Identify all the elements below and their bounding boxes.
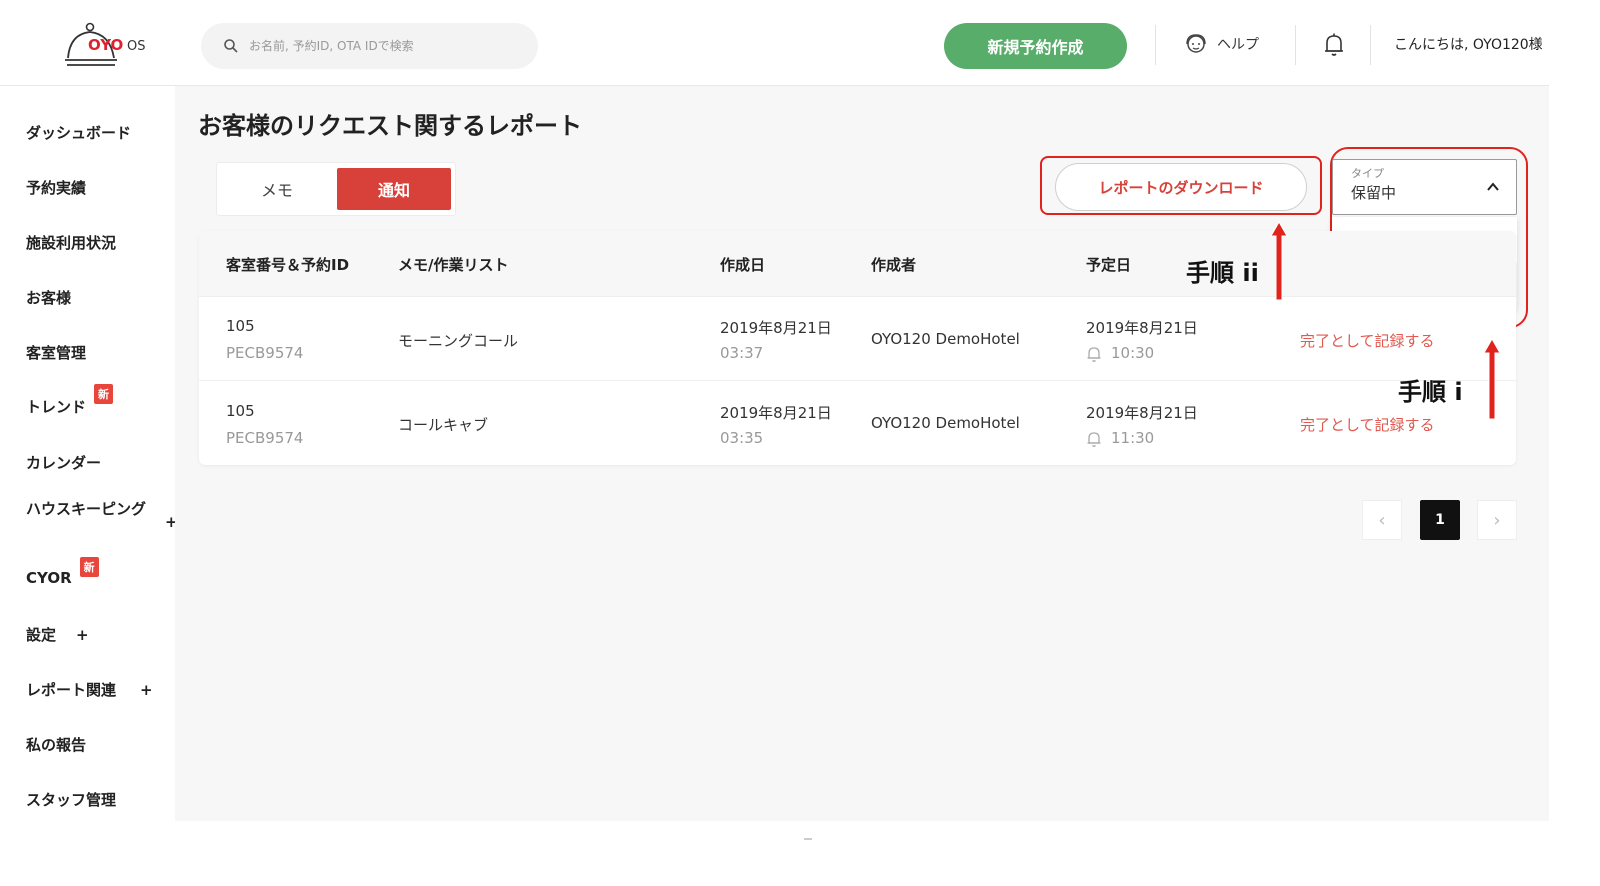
sidebar-item-dashboard[interactable]: ダッシュボード (26, 122, 131, 143)
room-number: 105 (226, 317, 255, 335)
new-badge: 新 (79, 557, 99, 577)
annotation-arrow-up-icon (1483, 339, 1501, 419)
column-header: 予定日 (1086, 256, 1132, 274)
task-name: コールキャブ (398, 416, 489, 434)
search-input[interactable] (249, 23, 529, 69)
prev-page-button[interactable]: ‹ (1362, 500, 1402, 540)
help-label: ヘルプ (1217, 37, 1259, 53)
main-content: お客様のリクエスト関するレポート メモ 通知 レポートのダウンロード タイプ 保… (175, 86, 1549, 821)
column-header: 客室番号＆予約ID (226, 256, 350, 274)
top-bar: OYO OS 新規予約作成 ヘルプ こんにちは, OYO120様 (0, 0, 1549, 86)
download-report-button[interactable]: レポートのダウンロード (1055, 163, 1307, 211)
search-icon (224, 39, 238, 53)
scheduled-date: 2019年8月21日 (1086, 404, 1198, 422)
sidebar-item-trends[interactable]: トレンド新 (26, 384, 114, 417)
sidebar-item-reports[interactable]: レポート関連 (26, 679, 116, 700)
sidebar-item-cyor[interactable]: CYOR 新 (26, 557, 99, 587)
sidebar-item-occupancy[interactable]: 施設利用状況 (26, 232, 116, 253)
column-header: メモ/作業リスト (398, 256, 509, 274)
user-greeting[interactable]: こんにちは, OYO120様 (1394, 34, 1549, 54)
table-row: 105 PECB9574 モーニングコール 2019年8月21日 03:37 O… (199, 296, 1516, 380)
expand-icon[interactable]: + (140, 681, 153, 699)
created-date: 2019年8月21日 (720, 319, 832, 337)
sidebar-item-staff[interactable]: スタッフ管理 (26, 789, 116, 810)
page-title: お客様のリクエスト関するレポート (198, 112, 582, 140)
mark-complete-link[interactable]: 完了として記録する (1300, 414, 1435, 435)
dropdown-label: タイプ (1351, 167, 1384, 180)
booking-id: PECB9574 (226, 344, 304, 362)
tab-switcher: メモ 通知 (216, 162, 456, 216)
chevron-up-icon (1487, 182, 1499, 191)
sidebar-item-label: CYOR (26, 569, 72, 587)
dropdown-value: 保留中 (1351, 184, 1397, 202)
table-row: 105 PECB9574 コールキャブ 2019年8月21日 03:35 OYO… (199, 380, 1516, 464)
type-dropdown[interactable]: タイプ 保留中 (1332, 159, 1517, 215)
page-number-button[interactable]: 1 (1420, 500, 1460, 540)
new-booking-button[interactable]: 新規予約作成 (944, 23, 1127, 69)
search-box[interactable] (201, 23, 538, 69)
created-time: 03:35 (720, 429, 764, 447)
bell-icon (1087, 347, 1101, 362)
sidebar-item-booking-results[interactable]: 予約実績 (26, 177, 86, 198)
expand-icon[interactable]: + (76, 626, 89, 644)
tab-memo[interactable]: メモ (217, 163, 337, 215)
tab-notice[interactable]: 通知 (337, 168, 451, 210)
help-link[interactable]: ヘルプ (1183, 33, 1259, 55)
scheduled-date: 2019年8月21日 (1086, 319, 1198, 337)
sidebar-item-my-reports[interactable]: 私の報告 (26, 734, 86, 755)
notification-bell-icon[interactable] (1322, 32, 1346, 58)
column-header: 作成者 (871, 256, 917, 274)
sidebar-item-settings[interactable]: 設定 (26, 624, 56, 645)
annotation-arrow-up-icon (1270, 222, 1288, 300)
scheduled-time: 10:30 (1111, 344, 1155, 362)
bell-icon (1087, 432, 1101, 447)
sidebar-item-calendar[interactable]: カレンダー (26, 452, 101, 473)
room-number: 105 (226, 402, 255, 420)
logo-text: OYO (88, 36, 124, 54)
header-divider (1295, 25, 1296, 65)
sidebar-item-label: トレンド (26, 398, 87, 416)
column-header: 作成日 (720, 256, 766, 274)
logo-suffix: OS (127, 39, 146, 54)
creator: OYO120 DemoHotel (871, 330, 1020, 348)
header-divider (1370, 25, 1371, 65)
created-time: 03:37 (720, 344, 764, 362)
new-badge: 新 (94, 384, 114, 404)
annotation-step-i: 手順 i (1398, 378, 1463, 406)
sidebar-item-guests[interactable]: お客様 (26, 287, 71, 308)
annotation-step-ii: 手順 ii (1186, 259, 1259, 287)
sidebar-item-housekeeping[interactable]: ハウスキーピング (26, 497, 146, 521)
header-divider (1155, 25, 1156, 65)
scroll-indicator (804, 838, 812, 840)
task-name: モーニングコール (398, 332, 519, 350)
creator: OYO120 DemoHotel (871, 414, 1020, 432)
sidebar-nav: ダッシュボード 予約実績 施設利用状況 お客様 客室管理 トレンド新 カレンダー… (8, 86, 178, 821)
support-agent-icon (1186, 34, 1206, 53)
mark-complete-link[interactable]: 完了として記録する (1300, 330, 1435, 351)
created-date: 2019年8月21日 (720, 404, 832, 422)
requests-table: 客室番号＆予約ID メモ/作業リスト 作成日 作成者 予定日 105 PECB9… (199, 231, 1516, 465)
scheduled-time: 11:30 (1111, 429, 1155, 447)
booking-id: PECB9574 (226, 429, 304, 447)
sidebar-item-room-management[interactable]: 客室管理 (26, 342, 86, 363)
next-page-button[interactable]: › (1477, 500, 1517, 540)
table-header: 客室番号＆予約ID メモ/作業リスト 作成日 作成者 予定日 (199, 231, 1516, 296)
